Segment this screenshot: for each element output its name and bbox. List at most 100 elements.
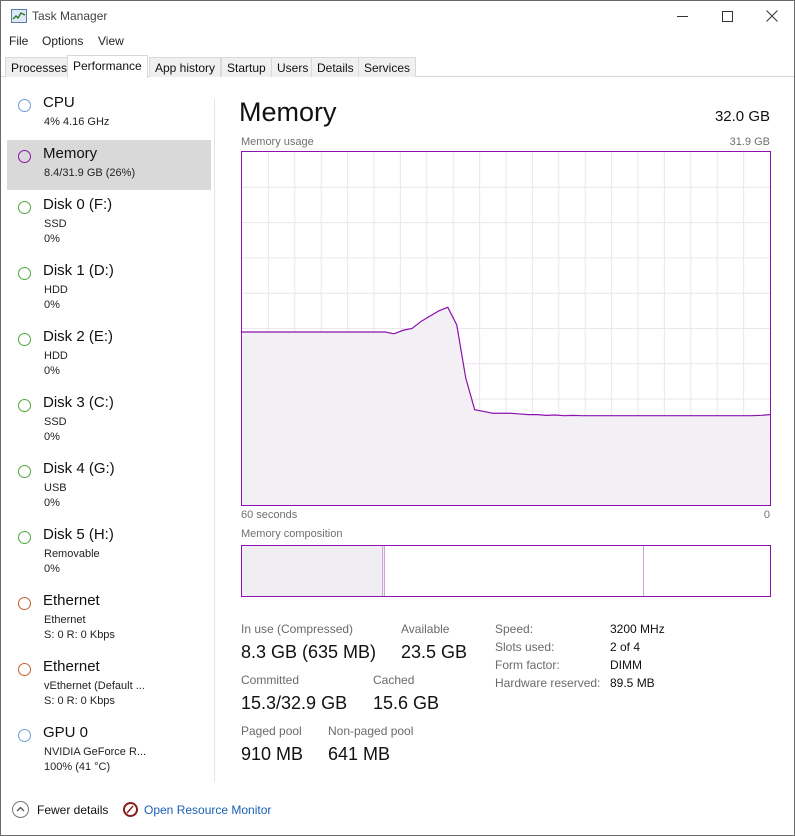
tab-performance[interactable]: Performance [67, 55, 148, 78]
gpu-graph-icon [18, 729, 31, 742]
sidebar-divider [214, 99, 215, 782]
disk-graph-icon [18, 333, 31, 346]
sidebar-item-title: Disk 2 (E:) [43, 328, 114, 345]
tab-startup[interactable]: Startup [221, 57, 272, 77]
maximize-icon [721, 10, 733, 22]
menu-view[interactable]: View [98, 34, 124, 48]
sidebar-item-detail: Removable [44, 548, 100, 560]
performance-sidebar: CPU 4% 4.16 GHz Memory 8.4/31.9 GB (26%)… [7, 89, 211, 781]
sidebar-item-title: Disk 4 (G:) [43, 460, 115, 477]
disk-graph-icon [18, 399, 31, 412]
tab-users[interactable]: Users [271, 57, 315, 77]
sidebar-item-memory[interactable]: Memory 8.4/31.9 GB (26%) [7, 140, 211, 190]
form-factor-label: Form factor: [495, 658, 560, 672]
slots-used-label: Slots used: [495, 640, 555, 654]
speed-label: Speed: [495, 622, 534, 636]
tab-strip: Processes Performance App history Startu… [1, 55, 794, 78]
sidebar-item-gpu-0[interactable]: GPU 0 NVIDIA GeForce R... 100% (41 °C) [7, 719, 211, 783]
sidebar-item-detail: 0% [44, 299, 60, 311]
sidebar-item-detail: 0% [44, 497, 60, 509]
paged-pool-label: Paged pool [241, 724, 302, 738]
sidebar-item-title: GPU 0 [43, 724, 89, 741]
sidebar-item-detail: vEthernet (Default ... [44, 680, 145, 692]
committed-label: Committed [241, 673, 300, 687]
disk-graph-icon [18, 201, 31, 214]
memory-usage-chart [242, 152, 770, 505]
menu-file[interactable]: File [9, 34, 28, 48]
total-memory: 32.0 GB [714, 108, 770, 125]
non-paged-pool-label: Non-paged pool [328, 724, 414, 738]
in-use-label: In use (Compressed) [241, 622, 354, 636]
tab-services[interactable]: Services [358, 57, 417, 77]
close-icon [766, 10, 778, 22]
sidebar-item-detail: HDD [44, 350, 68, 362]
graph-time-end: 0 [763, 509, 770, 521]
cached-value: 15.6 GB [373, 693, 440, 713]
memory-usage-label: Memory usage [241, 136, 314, 148]
graph-time-start: 60 seconds [241, 509, 298, 521]
minimize-button[interactable] [659, 1, 705, 31]
hardware-reserved-label: Hardware reserved: [495, 676, 601, 690]
hardware-reserved-value: 89.5 MB [610, 676, 655, 690]
sidebar-item-title: CPU [43, 94, 75, 111]
minimize-icon [676, 15, 688, 17]
close-button[interactable] [749, 1, 795, 31]
sidebar-item-detail: SSD [44, 218, 67, 230]
sidebar-item-disk-3[interactable]: Disk 3 (C:) SSD 0% [7, 389, 211, 453]
sidebar-item-detail: 0% [44, 431, 60, 443]
sidebar-item-detail: HDD [44, 284, 68, 296]
sidebar-item-detail: 100% (41 °C) [44, 761, 111, 773]
memory-usage-max: 31.9 GB [729, 136, 770, 148]
sidebar-item-title: Disk 0 (F:) [43, 196, 113, 213]
sidebar-item-detail: S: 0 R: 0 Kbps [44, 695, 115, 707]
sidebar-item-disk-4[interactable]: Disk 4 (G:) USB 0% [7, 455, 211, 519]
memory-graph-icon [18, 150, 31, 163]
sidebar-item-title: Disk 1 (D:) [43, 262, 114, 279]
in-use-value: 8.3 GB (635 MB) [241, 642, 377, 662]
tab-processes[interactable]: Processes [5, 57, 74, 77]
tab-details[interactable]: Details [311, 57, 360, 77]
ethernet-graph-icon [18, 663, 31, 676]
task-manager-icon [11, 9, 27, 23]
sidebar-item-ethernet[interactable]: Ethernet Ethernet S: 0 R: 0 Kbps [7, 587, 211, 651]
resource-monitor-icon[interactable] [123, 802, 138, 817]
sidebar-item-detail: USB [44, 482, 67, 494]
cpu-graph-icon [18, 99, 31, 112]
disk-graph-icon [18, 267, 31, 280]
title-bar[interactable]: Task Manager [1, 1, 794, 31]
available-label: Available [401, 622, 450, 636]
disk-graph-icon [18, 531, 31, 544]
menu-options[interactable]: Options [42, 34, 83, 48]
composition-standby[interactable] [383, 546, 643, 596]
sidebar-item-detail: Ethernet [44, 614, 86, 626]
sidebar-item-detail: 4% 4.16 GHz [44, 116, 110, 128]
ethernet-graph-icon [18, 597, 31, 610]
maximize-button[interactable] [704, 1, 750, 31]
fewer-details-button[interactable]: Fewer details [37, 803, 108, 817]
sidebar-item-cpu[interactable]: CPU 4% 4.16 GHz [7, 89, 211, 139]
sidebar-item-title: Memory [43, 145, 98, 162]
non-paged-pool-value: 641 MB [328, 744, 391, 764]
composition-in-use[interactable] [242, 546, 382, 596]
sidebar-item-detail: 0% [44, 365, 60, 377]
chevron-up-icon[interactable] [12, 801, 29, 818]
available-value: 23.5 GB [401, 642, 468, 662]
memory-usage-graph [241, 151, 771, 506]
sidebar-item-disk-0[interactable]: Disk 0 (F:) SSD 0% [7, 191, 211, 255]
form-factor-value: DIMM [610, 658, 642, 672]
footer-bar: Fewer details Open Resource Monitor [1, 793, 794, 825]
sidebar-item-disk-1[interactable]: Disk 1 (D:) HDD 0% [7, 257, 211, 321]
sidebar-item-detail: 0% [44, 233, 60, 245]
sidebar-item-detail: 0% [44, 563, 60, 575]
tab-app-history[interactable]: App history [149, 57, 222, 77]
composition-free[interactable] [642, 546, 770, 596]
page-title: Memory [239, 97, 337, 127]
sidebar-item-detail: NVIDIA GeForce R... [44, 746, 147, 758]
open-resource-monitor-link[interactable]: Open Resource Monitor [144, 803, 271, 817]
sidebar-item-vethernet[interactable]: Ethernet vEthernet (Default ... S: 0 R: … [7, 653, 211, 717]
sidebar-item-disk-2[interactable]: Disk 2 (E:) HDD 0% [7, 323, 211, 387]
slots-used-value: 2 of 4 [610, 640, 641, 654]
sidebar-item-disk-5[interactable]: Disk 5 (H:) Removable 0% [7, 521, 211, 585]
speed-value: 3200 MHz [610, 622, 665, 636]
cached-label: Cached [373, 673, 415, 687]
